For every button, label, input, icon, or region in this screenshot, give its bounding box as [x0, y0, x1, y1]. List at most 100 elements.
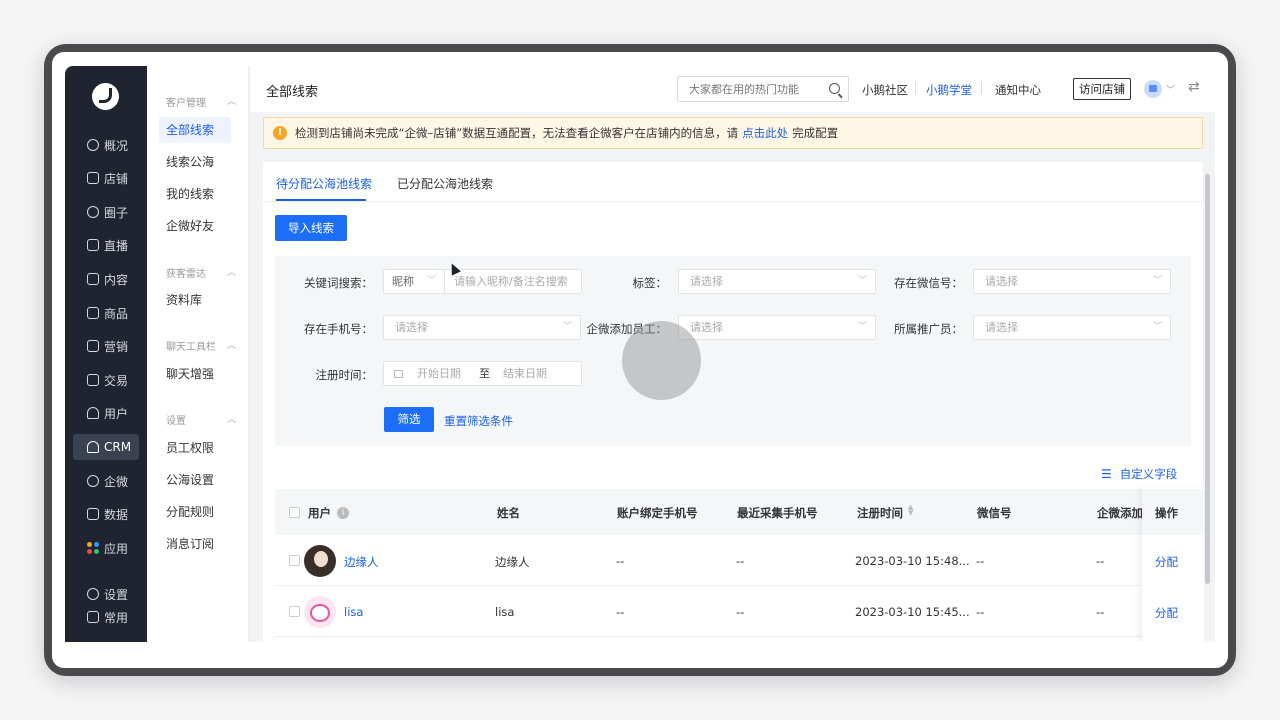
fixed-action-column: 操作 分配 分配	[1142, 487, 1204, 642]
subnav-group-radar[interactable]: 获客雷达 ︿	[166, 265, 236, 280]
row-checkbox[interactable]	[289, 555, 300, 566]
user-link[interactable]: lisa	[344, 605, 363, 619]
shop-avatar[interactable]	[1144, 80, 1162, 98]
nav-item-content[interactable]: 内容	[73, 266, 139, 292]
tag-select[interactable]: 请选择 ﹀	[678, 269, 876, 294]
assign-button[interactable]: 分配	[1155, 605, 1178, 621]
primary-nav: 概况 店铺 圈子 直播 内容 商品 营销 交易 用户 CRM 企微 数据 应用 …	[65, 66, 147, 642]
subnav-item-chat-boost[interactable]: 聊天增强	[159, 361, 231, 387]
search-icon[interactable]	[829, 83, 840, 94]
chevron-down-icon: ﹀	[857, 276, 867, 286]
nav-item-overview[interactable]: 概况	[73, 132, 139, 158]
staff-select[interactable]: 请选择 ﹀	[678, 315, 876, 340]
custom-fields-link[interactable]: ☰ 自定义字段	[1101, 466, 1177, 482]
people-icon	[87, 206, 99, 218]
nav-item-apps[interactable]: 应用	[73, 535, 139, 561]
cell-wecom: --	[1096, 554, 1105, 568]
data-icon	[87, 508, 99, 520]
assign-button[interactable]: 分配	[1155, 554, 1178, 570]
nav-item-live[interactable]: 直播	[73, 232, 139, 258]
search-box[interactable]	[677, 76, 849, 102]
select-all-checkbox[interactable]	[289, 507, 300, 518]
main-card: 待分配公海池线索 已分配公海池线索 导入线索 关键词搜索： 昵称 ﹀ 请输入昵称/…	[263, 162, 1210, 642]
chevron-up-icon: ︿	[226, 341, 236, 351]
switch-icon[interactable]: ⇄	[1188, 79, 1200, 95]
live-icon	[87, 239, 99, 251]
promoter-select[interactable]: 请选择 ﹀	[973, 315, 1171, 340]
cell-recent-phone: --	[736, 554, 745, 568]
screen: 概况 店铺 圈子 直播 内容 商品 营销 交易 用户 CRM 企微 数据 应用 …	[52, 52, 1228, 668]
table-row: 边缘人 边缘人 -- -- 2023-03-10 15:48... -- --	[275, 535, 1191, 586]
community-link[interactable]: 小鹅社区	[862, 82, 908, 98]
subnav-item-staff-permissions[interactable]: 员工权限	[159, 435, 231, 461]
cell-name: lisa	[495, 605, 515, 619]
phone-select[interactable]: 请选择 ﹀	[383, 315, 581, 340]
gear-icon	[87, 588, 99, 600]
subnav-item-pool-settings[interactable]: 公海设置	[159, 467, 231, 493]
nav-item-store[interactable]: 店铺	[73, 165, 139, 191]
chevron-up-icon: ︿	[226, 268, 236, 278]
tab-assigned-pool[interactable]: 已分配公海池线索	[397, 175, 493, 192]
sort-icon[interactable]: ▲ ▼	[908, 504, 913, 517]
nav-item-user[interactable]: 用户	[73, 400, 139, 426]
promoter-label: 所属推广员：	[894, 322, 963, 336]
nav-item-data[interactable]: 数据	[73, 501, 139, 527]
nav-item-marketing[interactable]: 营销	[73, 333, 139, 359]
nav-item-circle[interactable]: 圈子	[73, 199, 139, 225]
column-reg-time: 注册时间	[857, 506, 903, 520]
config-warning-alert: ! 检测到店铺尚未完成“企微–店铺”数据互通配置，无法查看企微客户在店铺内的信息…	[263, 117, 1203, 149]
cell-bound-phone: --	[616, 605, 625, 619]
logo-icon[interactable]	[92, 83, 119, 110]
visit-store-button[interactable]: 访问店铺	[1073, 78, 1131, 100]
subnav-item-assign-rules[interactable]: 分配规则	[159, 499, 231, 525]
pie-chart-icon	[87, 139, 99, 151]
chevron-down-icon[interactable]: ﹀	[1166, 83, 1175, 96]
wechat-select[interactable]: 请选择 ﹀	[973, 269, 1171, 294]
cell-name: 边缘人	[495, 555, 530, 569]
subnav-group-customer[interactable]: 客户管理 ︿	[166, 94, 236, 109]
subnav-group-chat-tools[interactable]: 聊天工具栏 ︿	[166, 338, 236, 353]
info-icon[interactable]: i	[337, 507, 349, 519]
warning-icon: !	[273, 126, 287, 140]
calendar-icon	[394, 370, 403, 378]
notification-center-link[interactable]: 通知中心	[995, 82, 1041, 98]
subnav-item-all-leads[interactable]: 全部线索	[159, 117, 231, 143]
chevron-down-icon: ﹀	[562, 322, 572, 332]
keyword-input[interactable]: 请输入昵称/备注名搜索	[444, 269, 582, 294]
filter-submit-button[interactable]: 筛选	[384, 407, 434, 432]
subnav-group-settings[interactable]: 设置 ︿	[166, 412, 236, 427]
subnav-item-library[interactable]: 资料库	[159, 287, 231, 313]
search-input[interactable]	[689, 82, 819, 96]
subnav-item-lead-pool[interactable]: 线索公海	[159, 149, 231, 175]
app-window: 概况 店铺 圈子 直播 内容 商品 营销 交易 用户 CRM 企微 数据 应用 …	[65, 66, 1215, 642]
nav-item-trade[interactable]: 交易	[73, 367, 139, 393]
subnav-item-message-subscription[interactable]: 消息订阅	[159, 531, 231, 557]
crm-icon	[87, 441, 99, 453]
nav-item-wecom[interactable]: 企微	[73, 468, 139, 494]
column-actions: 操作	[1155, 506, 1178, 520]
row-checkbox[interactable]	[289, 606, 300, 617]
cell-wecom: --	[1096, 605, 1105, 619]
column-name: 姓名	[497, 506, 520, 520]
date-range-picker[interactable]: 开始日期至结束日期	[383, 361, 582, 386]
tab-unassigned-pool[interactable]: 待分配公海池线索	[276, 175, 372, 192]
reset-filters-link[interactable]: 重置筛选条件	[444, 413, 513, 429]
column-wecom: 企微添加	[1097, 506, 1143, 520]
subnav-item-wecom-friends[interactable]: 企微好友	[159, 213, 231, 239]
user-link[interactable]: 边缘人	[344, 554, 379, 570]
table-row: lisa lisa -- -- 2023-03-10 15:45... -- -…	[275, 586, 1191, 637]
academy-link[interactable]: 小鹅学堂	[926, 82, 972, 98]
keyword-type-select[interactable]: 昵称 ﹀	[383, 269, 445, 294]
nav-item-crm[interactable]: CRM	[73, 434, 139, 460]
chevron-up-icon: ︿	[226, 97, 236, 107]
import-leads-button[interactable]: 导入线索	[275, 215, 347, 241]
divider	[915, 82, 916, 94]
subnav-item-my-leads[interactable]: 我的线索	[159, 181, 231, 207]
cell-recent-phone: --	[736, 605, 745, 619]
configure-link[interactable]: 点击此处	[742, 125, 788, 141]
scrollbar[interactable]	[1205, 174, 1210, 584]
column-bound-phone: 账户绑定手机号	[617, 506, 698, 520]
column-user: 用户	[308, 506, 331, 520]
nav-item-goods[interactable]: 商品	[73, 300, 139, 326]
nav-item-common[interactable]: 常用	[73, 604, 139, 630]
